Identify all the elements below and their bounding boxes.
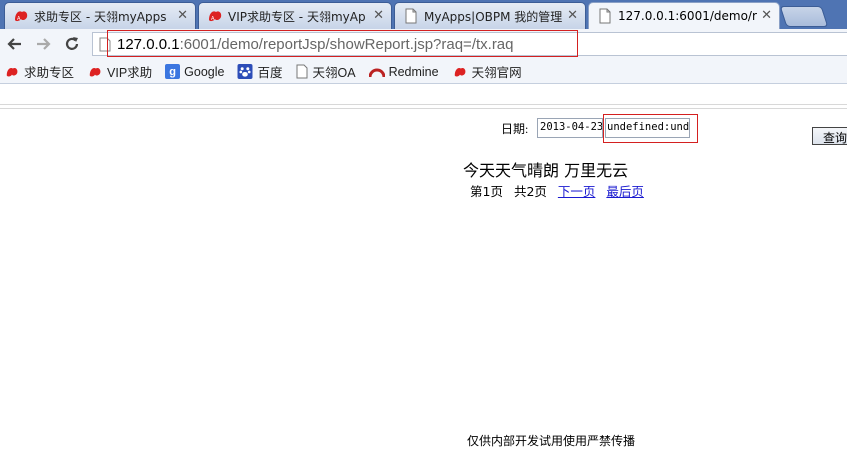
tab-report-active[interactable]: 127.0.0.1:6001/demo/re ✕	[588, 2, 780, 29]
page-separator	[0, 104, 847, 109]
footer-note: 仅供内部开发试用使用严禁传播	[467, 434, 636, 448]
back-button[interactable]	[4, 33, 26, 55]
page-icon	[405, 8, 417, 24]
date-label: 日期:	[501, 122, 529, 136]
reload-icon	[65, 37, 79, 50]
forward-button[interactable]	[32, 33, 54, 55]
tianling-logo-icon	[6, 67, 18, 76]
back-arrow-icon	[7, 38, 21, 50]
tab-vip-help[interactable]: A VIP求助专区 - 天翎myAp ✕	[198, 2, 392, 29]
forward-arrow-icon	[37, 38, 51, 50]
new-tab-button[interactable]	[779, 6, 829, 27]
tab-title: VIP求助专区 - 天翎myAp	[228, 9, 366, 24]
bookmark-label: Google	[184, 64, 225, 79]
tianling-logo-icon	[454, 67, 466, 76]
page-icon	[296, 64, 307, 79]
close-icon[interactable]: ✕	[567, 8, 578, 23]
google-icon: g	[165, 64, 181, 79]
page-icon	[599, 8, 611, 24]
tianling-logo-icon: A	[15, 11, 28, 22]
close-icon[interactable]: ✕	[177, 8, 188, 23]
svg-text:A: A	[17, 16, 21, 22]
url-highlight-box	[107, 30, 578, 57]
bookmark-redmine[interactable]: Redmine	[368, 64, 439, 79]
tab-title: MyApps|OBPM 我的管理	[424, 9, 563, 24]
date-input[interactable]: 2013-04-23	[537, 118, 603, 138]
bookmark-label: 天翎OA	[312, 66, 356, 80]
redmine-icon	[368, 68, 385, 77]
tab-title: 求助专区 - 天翎myApps	[34, 9, 167, 24]
bookmark-label: Redmine	[388, 64, 439, 79]
bookmark-label: 百度	[257, 66, 283, 80]
report-title: 今天天气晴朗 万里无云	[463, 161, 629, 180]
pager: 第1页 共2页 下一页 最后页	[470, 181, 651, 200]
page-current: 第1页	[470, 184, 503, 199]
next-page-link[interactable]: 下一页	[558, 184, 596, 199]
tab-strip: A 求助专区 - 天翎myApps ✕ A VIP求助专区 - 天翎myAp ✕…	[0, 0, 847, 29]
query-button[interactable]: 查询	[812, 127, 847, 145]
bookmark-tianling-oa[interactable]: 天翎OA	[296, 62, 356, 81]
page-total: 共2页	[513, 184, 547, 199]
tianling-logo-icon	[89, 67, 101, 76]
bookmark-google[interactable]: g Google	[165, 64, 224, 79]
bookmark-baidu[interactable]: 百度	[237, 62, 283, 81]
tab-title: 127.0.0.1:6001/demo/re	[618, 9, 757, 23]
tianling-logo-icon: A	[209, 11, 222, 22]
bookmark-label: 求助专区	[24, 66, 75, 80]
bookmark-tianling-site[interactable]: 天翎官网	[452, 62, 522, 81]
bookmark-help-zone[interactable]: 求助专区	[4, 62, 74, 81]
reload-button[interactable]	[61, 33, 83, 55]
bookmark-label: VIP求助	[107, 66, 153, 80]
last-page-link[interactable]: 最后页	[606, 184, 644, 199]
bookmarks-bar: 求助专区 VIP求助 g Google 百度 天翎OA Redmine 天翎官网	[0, 60, 847, 84]
close-icon[interactable]: ✕	[761, 8, 772, 23]
svg-text:A: A	[211, 16, 215, 22]
tab-myapps-obpm[interactable]: MyApps|OBPM 我的管理 ✕	[394, 2, 586, 29]
tab-help-zone[interactable]: A 求助专区 - 天翎myApps ✕	[4, 2, 196, 29]
baidu-paw-icon	[237, 64, 253, 79]
bookmark-label: 天翎官网	[471, 66, 522, 80]
bookmark-vip-help[interactable]: VIP求助	[87, 62, 152, 81]
param-highlight-box	[603, 114, 698, 143]
close-icon[interactable]: ✕	[373, 8, 384, 23]
